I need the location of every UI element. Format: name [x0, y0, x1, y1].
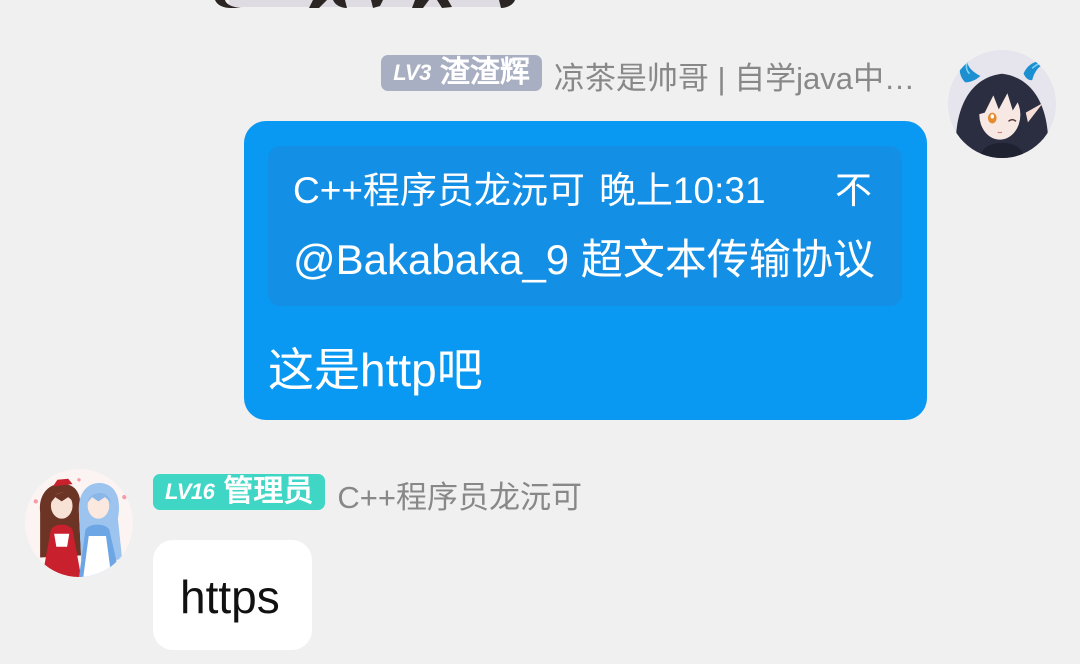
message-text: 这是http吧 [268, 344, 483, 396]
previous-message-image[interactable] [215, 0, 515, 9]
sender-name: 凉茶是帅哥 | 自学java中… [553, 60, 915, 96]
level-label: LV3 [393, 60, 431, 85]
level-label: LV16 [165, 479, 215, 504]
reply-quote[interactable]: C++程序员龙沅可 晚上10:31 不 @Bakabaka_9 超文本传输协议 [268, 146, 902, 306]
message-bubble[interactable]: https [153, 540, 312, 650]
message-bubble[interactable]: C++程序员龙沅可 晚上10:31 不 @Bakabaka_9 超文本传输协议 这… [244, 121, 927, 420]
sender-info: LV16 管理员 C++程序员龙沅可 [153, 474, 582, 515]
sender-info: LV3 渣渣辉 凉茶是帅哥 | 自学java中… [381, 55, 915, 96]
sender-avatar[interactable] [25, 469, 133, 577]
admin-level-badge: LV16 管理员 [153, 474, 326, 510]
member-level-badge: LV3 渣渣辉 [381, 55, 542, 91]
reply-quote-header: C++程序员龙沅可 晚上10:31 [293, 171, 766, 211]
reply-text: @Bakabaka_9 超文本传输协议 [293, 236, 875, 283]
member-title-label: 管理员 [223, 475, 314, 508]
reply-text-start: 不 [835, 170, 872, 211]
reply-time: 晚上10:31 [598, 170, 766, 211]
member-title-label: 渣渣辉 [439, 56, 530, 89]
reply-author: C++程序员龙沅可 [293, 170, 585, 211]
sender-name: C++程序员龙沅可 [337, 479, 582, 515]
sender-avatar[interactable] [948, 50, 1056, 158]
message-text: https [180, 571, 280, 623]
